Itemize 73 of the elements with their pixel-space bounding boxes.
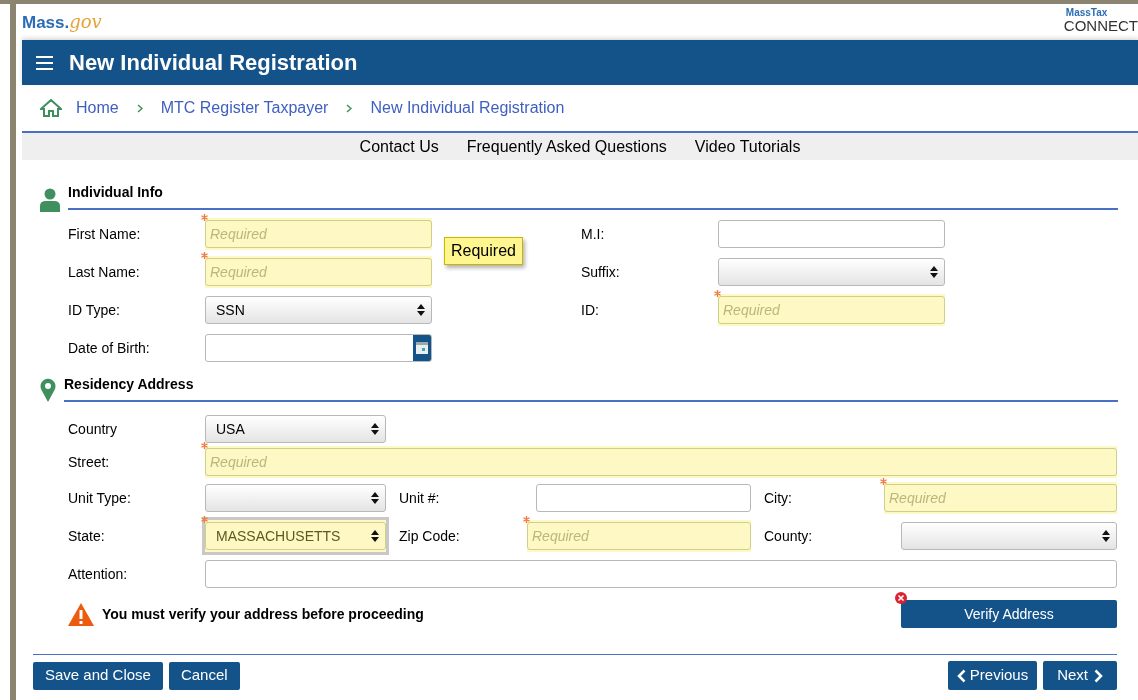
person-icon xyxy=(40,188,60,212)
asterisk-icon xyxy=(523,516,530,523)
field-label: Unit #: xyxy=(399,489,440,506)
text-field[interactable] xyxy=(536,484,751,512)
date-field[interactable] xyxy=(205,334,432,362)
chevron-icon xyxy=(136,103,143,113)
text-field[interactable]: Required xyxy=(205,258,432,286)
chevron-left-icon xyxy=(956,668,966,683)
updown-icon xyxy=(417,304,425,316)
field-label: ID: xyxy=(581,301,599,318)
dropdown[interactable] xyxy=(901,522,1117,550)
updown-icon xyxy=(371,530,379,542)
text-field[interactable] xyxy=(205,560,1117,588)
cancel-button[interactable]: Cancel xyxy=(168,661,240,690)
field-label: State: xyxy=(68,527,105,544)
updown-icon xyxy=(930,266,938,278)
asterisk-icon xyxy=(714,290,721,297)
field-label: Last Name: xyxy=(68,263,140,280)
field-label: County: xyxy=(764,527,813,544)
breadcrumb-link[interactable]: New Individual Registration xyxy=(370,96,565,120)
nav-link[interactable]: Contact Us xyxy=(359,134,439,159)
text-field[interactable]: Required xyxy=(205,448,1117,476)
menu-icon[interactable] xyxy=(36,55,53,70)
field-label: Street: xyxy=(68,453,110,470)
breadcrumb-link[interactable]: Home xyxy=(76,96,119,120)
warning-icon xyxy=(68,602,94,626)
site-logo: Mass.gov xyxy=(22,10,102,34)
calendar-icon[interactable] xyxy=(413,335,431,361)
tooltip: Required xyxy=(444,237,523,265)
asterisk-icon xyxy=(201,252,208,259)
product-logo: MassTax CONNECT xyxy=(1062,8,1138,33)
dropdown[interactable] xyxy=(718,258,945,286)
dropdown[interactable]: MASSACHUSETTS xyxy=(205,522,386,550)
previous-button[interactable]: Previous xyxy=(947,661,1038,690)
text-field[interactable]: Required xyxy=(718,296,945,324)
field-label: City: xyxy=(764,489,792,506)
section-title: Residency Address xyxy=(64,376,194,392)
section-title: Individual Info xyxy=(68,184,163,200)
asterisk-icon xyxy=(201,214,208,221)
field-label: Suffix: xyxy=(581,263,620,280)
dropdown[interactable] xyxy=(205,484,386,512)
verify-address-button[interactable]: Verify Address xyxy=(901,600,1117,628)
field-label: Date of Birth: xyxy=(68,339,150,356)
asterisk-icon xyxy=(201,442,208,449)
text-field[interactable]: Required xyxy=(884,484,1117,512)
next-button[interactable]: Next xyxy=(1043,661,1117,690)
dropdown[interactable]: USA xyxy=(205,415,386,443)
nav-link[interactable]: Frequently Asked Questions xyxy=(466,134,667,159)
field-label: M.I: xyxy=(581,225,605,242)
chevron-right-icon xyxy=(1094,668,1103,683)
home-icon[interactable] xyxy=(40,99,62,117)
breadcrumb-link[interactable]: MTC Register Taxpayer xyxy=(160,96,329,120)
location-pin-icon xyxy=(40,378,56,402)
updown-icon xyxy=(371,492,379,504)
text-field[interactable] xyxy=(718,220,945,248)
updown-icon xyxy=(1102,530,1110,542)
text-field[interactable]: Required xyxy=(205,220,432,248)
save-button[interactable]: Save and Close xyxy=(33,661,163,690)
field-label: Zip Code: xyxy=(399,527,460,544)
updown-icon xyxy=(371,423,379,435)
text-field[interactable]: Required xyxy=(527,522,751,550)
page-title: New Individual Registration xyxy=(69,49,358,77)
asterisk-icon xyxy=(201,516,208,523)
warning-message: You must verify your address before proceeding xyxy=(102,604,424,624)
nav-link[interactable]: Video Tutorials xyxy=(694,134,801,159)
field-label: Country xyxy=(68,420,118,437)
asterisk-icon xyxy=(880,478,887,485)
field-label: ID Type: xyxy=(68,301,120,318)
field-label: Attention: xyxy=(68,565,128,582)
field-label: Unit Type: xyxy=(68,489,131,506)
field-label: First Name: xyxy=(68,225,141,242)
dropdown[interactable]: SSN xyxy=(205,296,432,324)
chevron-icon xyxy=(346,103,353,113)
